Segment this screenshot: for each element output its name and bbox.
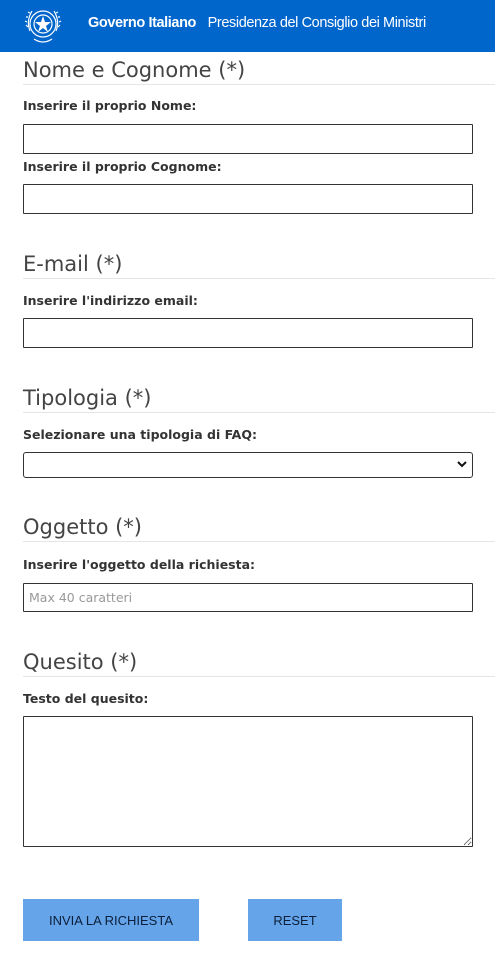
email-label: Inserire l'indirizzo email: [23,293,198,308]
question-label: Testo del quesito: [23,691,149,706]
header-title: Governo Italiano Presidenza del Consigli… [88,15,426,31]
subject-label: Inserire l'oggetto della richiesta: [23,557,256,572]
first-name-input[interactable] [24,125,472,153]
type-label: Selezionare una tipologia di FAQ: [23,427,257,442]
header-gov-label[interactable]: Governo Italiano [88,15,196,31]
email-input[interactable] [24,319,472,347]
name-section-title: Nome e Cognome (*) [23,57,495,85]
faq-type-select[interactable] [23,452,473,478]
reset-button[interactable]: RESET [248,899,342,941]
first-name-field-box [23,124,473,154]
email-field-box [23,318,473,348]
email-section-title: E-mail (*) [23,251,495,279]
question-textarea[interactable] [24,717,472,846]
italian-republic-emblem-icon[interactable] [22,3,64,47]
last-name-field-box [23,184,473,214]
subject-section-title: Oggetto (*) [23,514,495,542]
chevron-down-icon [457,461,467,468]
submit-request-button[interactable]: INVIA LA RICHIESTA [23,899,199,941]
header-org-label[interactable]: Presidenza del Consiglio dei Ministri [208,15,427,31]
type-section-title: Tipologia (*) [23,385,495,413]
last-name-label: Inserire il proprio Cognome: [23,159,222,174]
subject-field-box [23,583,473,612]
last-name-input[interactable] [24,185,472,213]
question-field-box [23,716,473,847]
subject-input[interactable] [24,584,472,611]
header-bar: Governo Italiano Presidenza del Consigli… [0,0,495,52]
first-name-label: Inserire il proprio Nome: [23,98,197,113]
question-section-title: Quesito (*) [23,649,495,677]
